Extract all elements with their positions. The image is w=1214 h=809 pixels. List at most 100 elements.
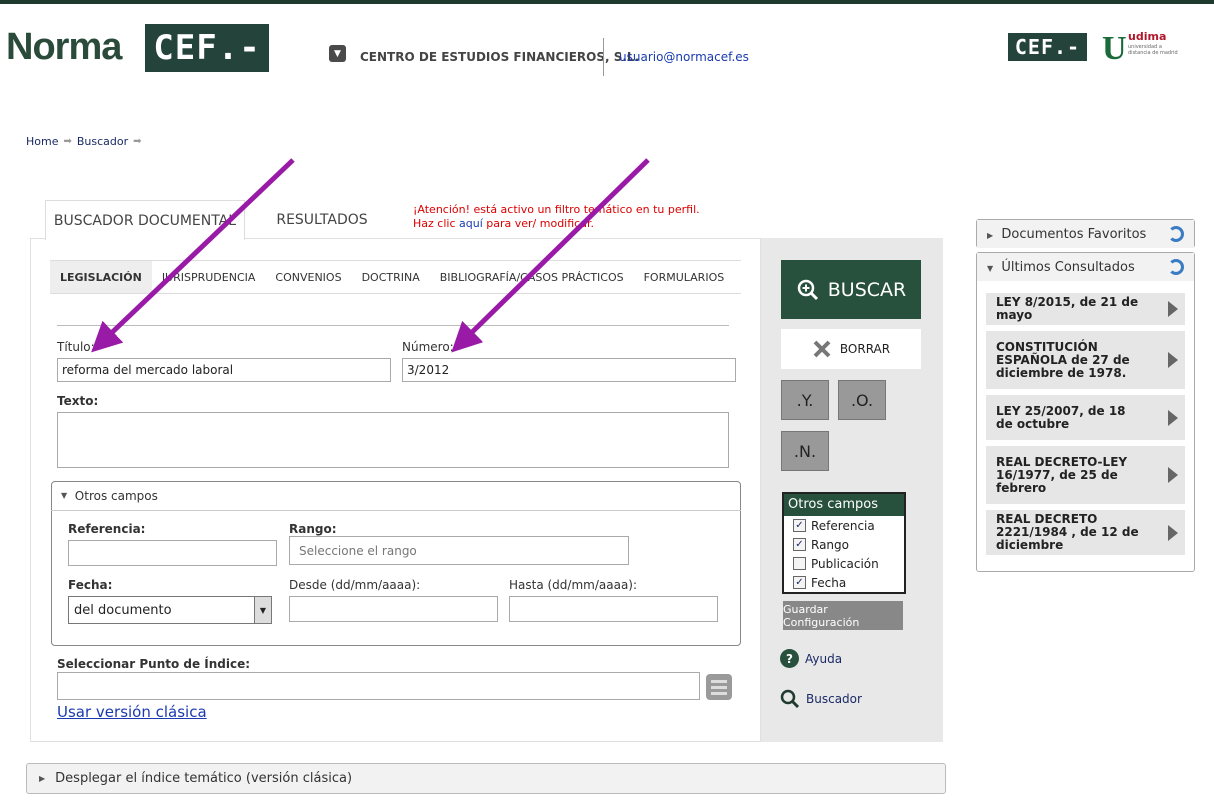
numero-label: Número: (402, 340, 454, 354)
desplegar-indice-toggle[interactable]: ▶ Desplegar el índice temático (versión … (26, 763, 946, 794)
recent-item-label: REAL DECRETO-LEY 16/1977, de 25 de febre… (996, 454, 1128, 495)
recent-item[interactable]: CONSTITUCIÓN ESPAÑOLA de 27 de diciembre… (986, 331, 1185, 389)
hasta-label: Hasta (dd/mm/aaaa): (509, 578, 638, 592)
hasta-input[interactable] (509, 596, 718, 622)
classic-version-link[interactable]: Usar versión clásica (57, 703, 207, 721)
field-config-title: Otros campos (784, 494, 904, 516)
top-bar (0, 0, 1214, 4)
not-operator-button[interactable]: .N. (781, 431, 829, 471)
texto-label: Texto: (57, 394, 99, 408)
borrar-label: BORRAR (839, 342, 891, 356)
config-item-referencia[interactable]: ✓ Referencia (784, 516, 904, 535)
udima-logo-letter: U (1102, 30, 1127, 67)
caret-right-icon: ▶ (39, 774, 46, 783)
arrow-right-icon (1168, 409, 1178, 426)
udima-logo: U udima universidad a distancia de madri… (1102, 18, 1182, 67)
buscador-label: Buscador (806, 692, 862, 706)
guardar-config-button[interactable]: Guardar Configuración (783, 601, 903, 630)
or-operator-button[interactable]: .O. (838, 380, 886, 420)
recent-item[interactable]: REAL DECRETO-LEY 16/1977, de 25 de febre… (986, 446, 1185, 504)
filter-alert-link[interactable]: aquí (459, 217, 483, 230)
recent-item-label: LEY 25/2007, de 18 de octubre (996, 403, 1126, 431)
list-icon-line (711, 680, 727, 683)
subtab-jurisprudencia[interactable]: JURISPRUDENCIA (152, 261, 266, 293)
config-item-fecha[interactable]: ✓ Fecha (784, 573, 904, 592)
subtab-convenios[interactable]: CONVENIOS (265, 261, 351, 293)
buscador-link[interactable]: Buscador (780, 689, 862, 709)
buscar-button[interactable]: BUSCAR (781, 260, 921, 319)
breadcrumb-home[interactable]: Home (26, 135, 58, 148)
titulo-input[interactable]: reforma del mercado laboral (57, 358, 391, 382)
subtab-formularios[interactable]: FORMULARIOS (634, 261, 735, 293)
user-email-link[interactable]: usuario@normacef.es (619, 50, 749, 64)
filter-alert-text-end: para ver/ modificar. (482, 217, 594, 230)
recent-item[interactable]: REAL DECRETO 2221/1984 , de 12 de diciem… (986, 510, 1185, 555)
breadcrumb: Home ➡ Buscador ➡ (26, 135, 142, 148)
ayuda-link[interactable]: ? Ayuda (780, 649, 842, 668)
close-icon (813, 340, 831, 358)
checkbox[interactable] (793, 557, 806, 570)
help-icon: ? (780, 649, 799, 668)
config-item-label: Publicación (811, 556, 879, 571)
recent-item[interactable]: LEY 25/2007, de 18 de octubre (986, 395, 1185, 440)
caret-down-icon: ▼ (61, 491, 68, 500)
category-tabs: LEGISLACIÓN JURISPRUDENCIA CONVENIOS DOC… (50, 260, 741, 294)
caret-down-icon: ▼ (987, 263, 994, 273)
udima-logo-name: udima (1128, 30, 1167, 43)
desde-input[interactable] (289, 596, 498, 622)
consultados-title: Últimos Consultados (1001, 259, 1135, 275)
buscar-label: BUSCAR (827, 278, 907, 301)
dropdown-icon[interactable]: ▼ (329, 45, 346, 62)
borrar-button[interactable]: BORRAR (781, 329, 921, 369)
fecha-select-value: del documento (74, 602, 172, 618)
recent-item-label: LEY 8/2015, de 21 de mayo (996, 295, 1139, 322)
numero-input[interactable]: 3/2012 (402, 358, 736, 382)
desde-label: Desde (dd/mm/aaaa): (289, 578, 421, 592)
referencia-input[interactable] (68, 540, 277, 566)
config-item-label: Rango (811, 537, 849, 552)
checkbox[interactable]: ✓ (793, 519, 806, 532)
search-icon (797, 279, 818, 300)
indice-input[interactable] (57, 672, 700, 700)
favoritos-header[interactable]: ▶ Documentos Favoritos (977, 220, 1194, 248)
header-divider (603, 38, 604, 76)
indice-label: Seleccionar Punto de Índice: (57, 657, 251, 671)
refresh-icon[interactable] (1168, 259, 1184, 275)
referencia-label: Referencia: (68, 522, 146, 536)
list-icon[interactable] (706, 674, 732, 700)
config-item-publicacion[interactable]: Publicación (784, 554, 904, 573)
tab-resultados[interactable]: RESULTADOS (258, 200, 386, 240)
fecha-label: Fecha: (68, 578, 113, 592)
recent-item-label: REAL DECRETO 2221/1984 , de 12 de diciem… (996, 512, 1139, 552)
subtab-legislacion[interactable]: LEGISLACIÓN (50, 261, 152, 293)
subtab-bibliografia[interactable]: BIBLIOGRAFÍA/CASOS PRÁCTICOS (430, 261, 634, 293)
refresh-icon[interactable] (1168, 226, 1184, 242)
otros-campos-toggle[interactable]: ▼ Otros campos (51, 481, 741, 511)
config-item-rango[interactable]: ✓ Rango (784, 535, 904, 554)
checkbox[interactable]: ✓ (793, 538, 806, 551)
texto-textarea[interactable] (57, 412, 729, 468)
tab-buscador-documental[interactable]: BUSCADOR DOCUMENTAL (45, 200, 245, 240)
cef-logo: CEF.- (145, 24, 269, 72)
list-icon-line (711, 686, 727, 689)
checkbox[interactable]: ✓ (793, 576, 806, 589)
arrow-right-icon: ➡ (63, 136, 72, 147)
favoritos-panel[interactable]: ▶ Documentos Favoritos (976, 219, 1195, 248)
favoritos-title: Documentos Favoritos (1001, 226, 1147, 242)
field-config-box: Otros campos ✓ Referencia ✓ Rango Publicac… (782, 492, 906, 594)
rango-select[interactable]: Seleccione el rango (289, 536, 629, 565)
consultados-header[interactable]: ▼ Últimos Consultados (977, 253, 1194, 281)
dropdown-arrow-icon[interactable]: ▼ (254, 597, 271, 623)
fecha-select[interactable]: del documento ▼ (68, 596, 272, 624)
subtab-doctrina[interactable]: DOCTRINA (352, 261, 430, 293)
caret-right-icon: ▶ (987, 230, 994, 240)
arrow-right-icon (1168, 352, 1178, 368)
and-operator-button[interactable]: .Y. (781, 380, 829, 420)
config-item-label: Fecha (811, 575, 847, 590)
arrow-right-icon (1168, 524, 1178, 541)
desplegar-label: Desplegar el índice temático (versión cl… (55, 771, 353, 786)
config-item-label: Referencia (811, 518, 875, 533)
rango-label: Rango: (289, 522, 337, 536)
breadcrumb-buscador[interactable]: Buscador (77, 135, 128, 148)
recent-item[interactable]: LEY 8/2015, de 21 de mayo (986, 293, 1185, 325)
